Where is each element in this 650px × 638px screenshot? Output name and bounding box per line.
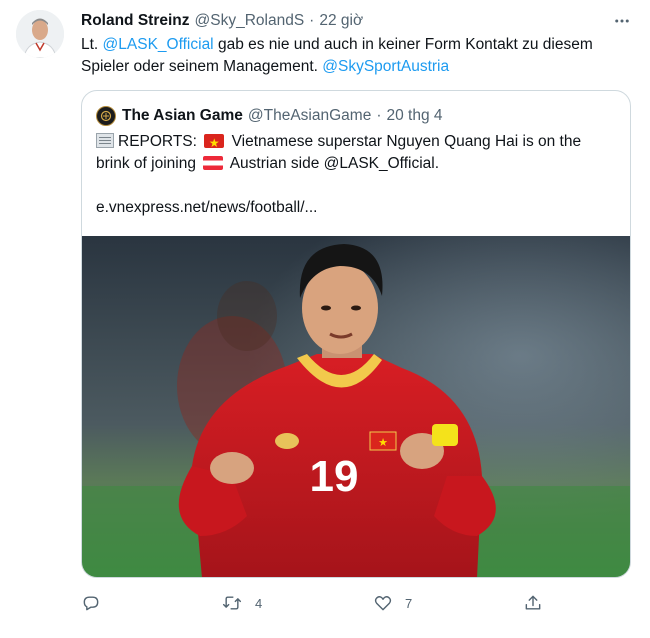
newspaper-icon: [96, 133, 114, 148]
svg-text:★: ★: [378, 436, 388, 449]
retweet-icon: [222, 596, 242, 610]
retweet-count: 4: [255, 595, 263, 611]
mention-lask-official[interactable]: @LASK_Official: [103, 36, 214, 53]
heart-icon: [374, 596, 392, 611]
quoted-text-line-2: brink of joining Austrian side @LASK_Off…: [96, 153, 616, 175]
asian-game-logo-icon: [100, 110, 112, 122]
quoted-text-brink: brink of joining: [96, 155, 201, 172]
tweet-timestamp[interactable]: 22 giờ: [319, 12, 363, 30]
mention-skysportaustria[interactable]: @SkySportAustria: [322, 58, 449, 75]
vietnam-flag-icon: [204, 134, 225, 148]
quoted-separator-dot: ·: [376, 107, 382, 124]
jersey-number: 19: [310, 452, 359, 501]
player-photo: ★ 19: [82, 236, 630, 577]
quoted-text-lask: Austrian side @LASK_Official.: [226, 155, 440, 172]
separator-dot: ·: [309, 12, 315, 29]
more-icon: [615, 19, 629, 23]
quoted-text-reports: REPORTS:: [118, 133, 202, 150]
quoted-tweet-card[interactable]: The Asian Game @TheAsianGame · 20 thg 4 …: [81, 90, 631, 578]
reply-icon: [83, 596, 99, 611]
quoted-text-headline: Vietnamese superstar Nguyen Quang Hai is…: [227, 133, 582, 150]
author-avatar[interactable]: [16, 10, 64, 58]
tweet-text: Lt. @LASK_Official gab es nie und auch i…: [81, 34, 631, 78]
tweet-actions: 4 7: [81, 590, 551, 616]
quoted-tweet-timestamp: 20 thg 4: [386, 107, 443, 124]
quoted-text-line-1: REPORTS: Vietnamese superstar Nguyen Qua…: [96, 131, 616, 153]
author-name[interactable]: Roland Streinz: [81, 12, 190, 30]
reply-button[interactable]: [81, 590, 113, 616]
quoted-tweet-text: REPORTS: Vietnamese superstar Nguyen Qua…: [96, 131, 616, 219]
like-count: 7: [405, 595, 413, 611]
quoted-text-spacer: [96, 175, 616, 197]
share-button[interactable]: [523, 590, 543, 616]
tweet[interactable]: Roland Streinz @Sky_RolandS · 22 giờ Lt.…: [0, 0, 650, 638]
like-button[interactable]: 7: [373, 590, 412, 616]
retweet-button[interactable]: 4: [221, 590, 262, 616]
more-button[interactable]: [611, 10, 633, 32]
share-icon: [525, 595, 541, 610]
author-avatar-image: [16, 10, 64, 58]
austria-flag-icon: [203, 156, 224, 170]
quoted-author-handle: @TheAsianGame: [247, 107, 372, 124]
quoted-tweet-header: The Asian Game @TheAsianGame · 20 thg 4: [96, 105, 443, 127]
tweet-text-prefix: Lt.: [81, 36, 103, 53]
tweet-header: Roland Streinz @Sky_RolandS · 22 giờ: [81, 10, 363, 32]
author-handle[interactable]: @Sky_RolandS: [195, 12, 305, 30]
quoted-author-name: The Asian Game: [122, 107, 243, 124]
quoted-link: e.vnexpress.net/news/football/...: [96, 199, 318, 216]
quoted-author-avatar: [96, 106, 116, 126]
